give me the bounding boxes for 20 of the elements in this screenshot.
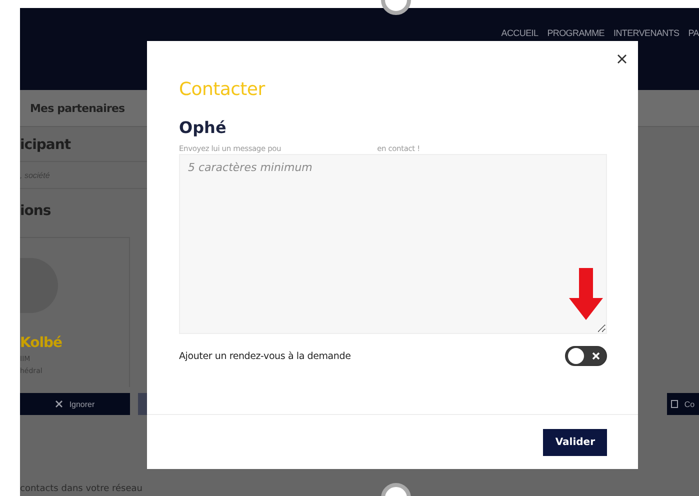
dialog-title: Contacter [179, 79, 266, 100]
appointment-toggle[interactable] [565, 346, 607, 366]
cross-icon [592, 352, 600, 360]
toggle-label: Ajouter un rendez-vous à la demande [179, 350, 351, 362]
recipient-name: Ophé [179, 118, 228, 137]
submit-button[interactable]: Valider [543, 428, 607, 456]
footer-text: contacts dans votre réseau [20, 484, 142, 496]
section-heading: ions [20, 202, 52, 221]
nav-link[interactable]: INTERVENANTS [614, 28, 680, 38]
close-icon [55, 400, 64, 408]
contact-button[interactable]: Co [667, 393, 699, 415]
nav-link[interactable]: ACCUEIL [501, 28, 538, 38]
partner-name: Kolbé [20, 335, 64, 351]
close-icon [617, 54, 627, 64]
ignore-button[interactable]: Ignorer [20, 393, 130, 415]
nav-link[interactable]: PROGRAMME [547, 28, 604, 38]
document-icon [671, 400, 678, 408]
nav-link[interactable]: PA [688, 28, 699, 38]
down-arrow-icon [569, 268, 603, 320]
message-field[interactable]: 5 caractères minimum [179, 154, 607, 334]
